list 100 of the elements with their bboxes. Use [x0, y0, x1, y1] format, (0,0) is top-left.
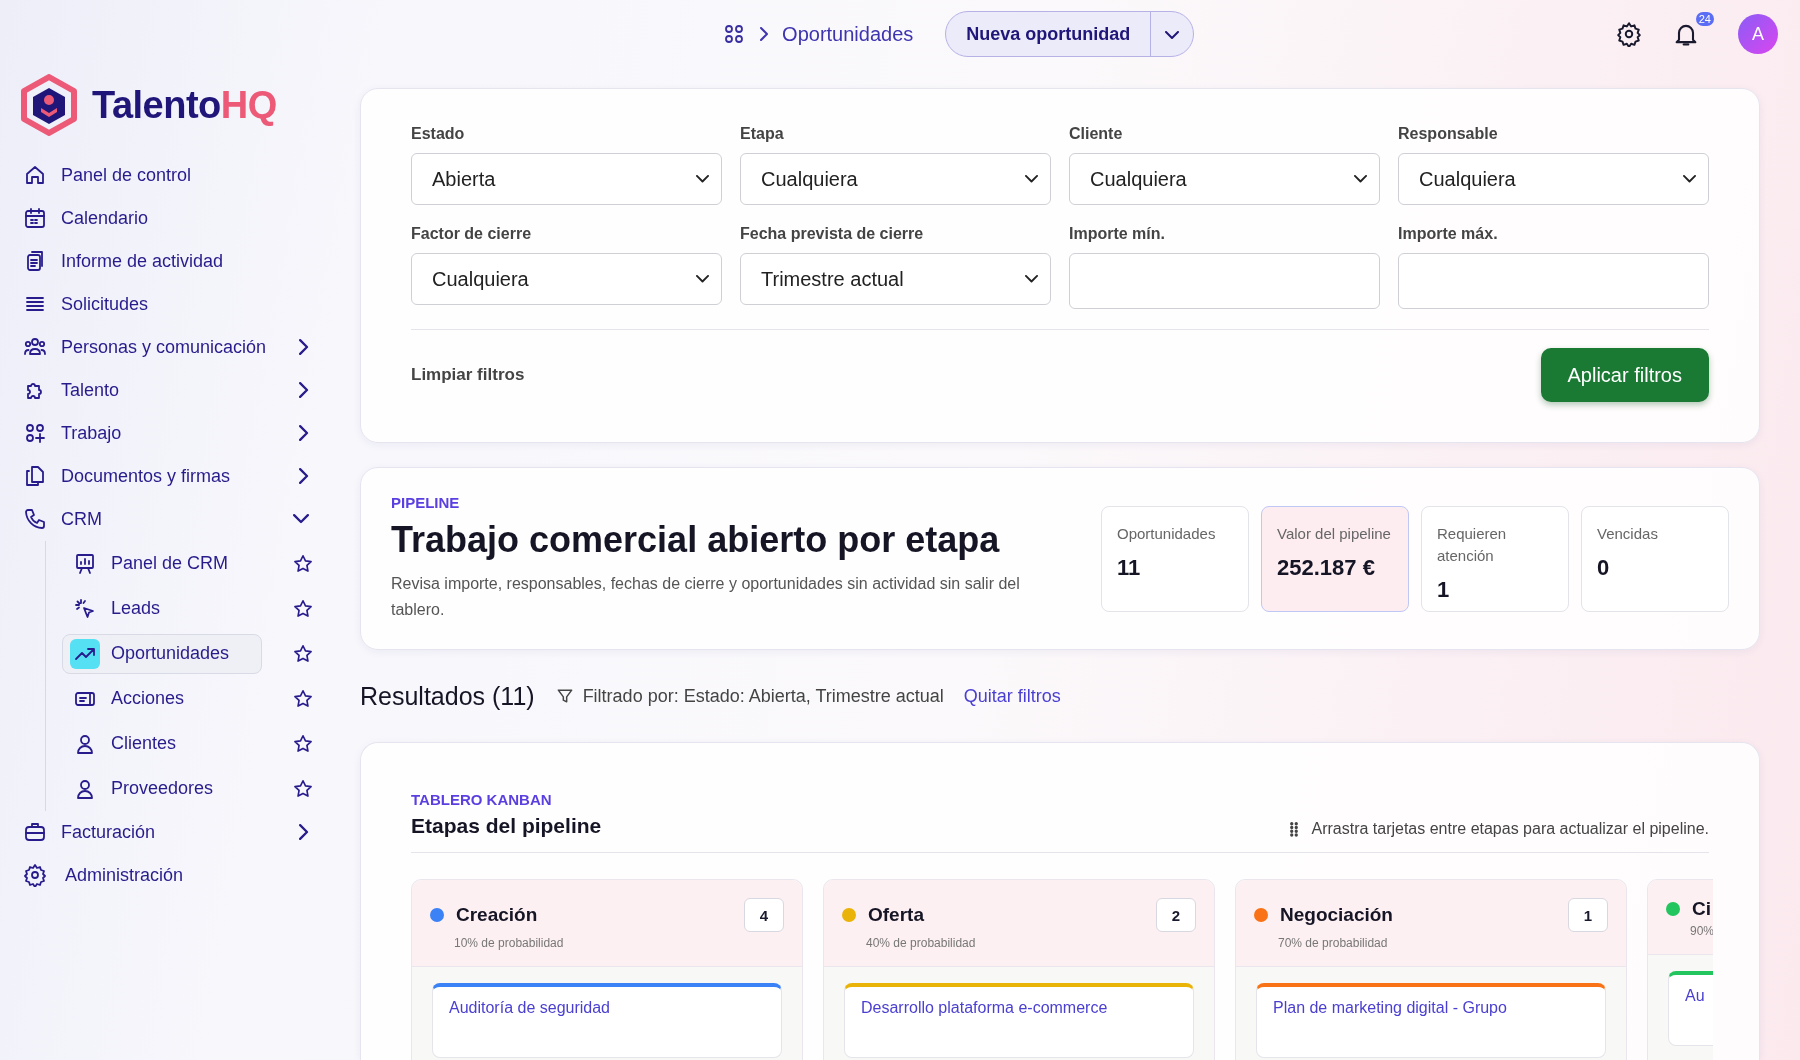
- stage-name: Ci: [1692, 898, 1712, 920]
- stat-label: Requieren atención: [1437, 523, 1508, 566]
- field-label: Responsable: [1398, 125, 1499, 143]
- section-description: Revisa importe, responsables, fechas de cierre y oportunidades sin actividad sin salir del tablero.: [391, 574, 1021, 620]
- chevron-icon[interactable]: [299, 339, 309, 355]
- stage-probability: 70% de probabilidad: [1278, 936, 1389, 950]
- section-eyebrow: TABLERO KANBAN: [411, 791, 553, 808]
- sidebar-item[interactable]: Panel de control: [20, 154, 320, 196]
- sidebar-item[interactable]: Facturación: [20, 811, 320, 853]
- trend-up-icon: [70, 638, 100, 669]
- results-title: Resultados (11): [360, 681, 535, 711]
- input-field[interactable]: [1398, 253, 1709, 309]
- select-field[interactable]: Trimestre actual: [740, 253, 1051, 305]
- sidebar-item[interactable]: Talento: [20, 369, 320, 411]
- apply-filters-button[interactable]: Aplicar filtros: [1540, 348, 1709, 402]
- caret-icon: [1025, 275, 1038, 283]
- chevron-icon[interactable]: [299, 382, 309, 398]
- field-label: Cliente: [1069, 125, 1124, 143]
- section-title: Trabajo comercial abierto por etapa: [391, 519, 1001, 561]
- field-label: Fecha prevista de cierre: [740, 225, 925, 243]
- user-avatar[interactable]: A: [1738, 14, 1778, 54]
- sidebar-item[interactable]: Calendario: [20, 197, 320, 239]
- select-field[interactable]: Cualquiera: [411, 253, 722, 305]
- select-field[interactable]: Cualquiera: [1398, 153, 1709, 205]
- opportunity-card[interactable]: Auditoría de seguridad: [432, 983, 782, 1058]
- clear-filters-button[interactable]: Limpiar filtros: [411, 365, 525, 385]
- card-title[interactable]: Desarrollo plataforma e-commerce: [861, 999, 1108, 1016]
- sidebar-item[interactable]: Personas y comunicación: [20, 326, 320, 368]
- stat-value: 0: [1597, 554, 1611, 581]
- sidebar-item[interactable]: Panel de CRM: [62, 543, 262, 584]
- field-label: Importe máx.: [1398, 225, 1499, 243]
- chart-monitor-icon: [73, 551, 97, 576]
- star-icon[interactable]: [292, 552, 314, 575]
- sidebar-item[interactable]: Clientes: [62, 723, 262, 764]
- caret-icon: [696, 275, 709, 283]
- field-label: Etapa: [740, 125, 785, 143]
- drag-hint: Arrastra tarjetas entre etapas para actualizar el pipeline.: [1311, 820, 1709, 838]
- logo-text: TalentoHQ: [92, 83, 277, 127]
- star-icon[interactable]: [292, 732, 314, 755]
- sidebar-item[interactable]: CRM: [20, 498, 320, 540]
- sidebar-item[interactable]: Administración: [20, 854, 320, 896]
- section-title: Etapas del pipeline: [411, 814, 602, 838]
- sidebar-item[interactable]: Proveedores: [62, 768, 262, 809]
- card-title[interactable]: Plan de marketing digital - Grupo: [1273, 999, 1507, 1016]
- chevron-icon[interactable]: [299, 468, 309, 484]
- stat-value: 252.187 €: [1277, 554, 1376, 581]
- stat-label: Oportunidades: [1117, 523, 1217, 544]
- stat-value: 1: [1437, 576, 1451, 603]
- sidebar-item[interactable]: Informe de actividad: [20, 240, 320, 282]
- logo-icon: [20, 74, 78, 136]
- stage-count: 4: [744, 898, 784, 932]
- remove-filters-link[interactable]: Quitar filtros: [963, 685, 1061, 707]
- breadcrumb-link[interactable]: Oportunidades: [782, 22, 914, 46]
- caret-icon: [1165, 31, 1180, 40]
- filter-summary: Filtrado por: Estado: Abierta, Trimestre actual: [582, 685, 944, 707]
- settings-icon[interactable]: [1616, 21, 1642, 47]
- briefcase-icon: [23, 820, 47, 844]
- stat-label: Vencidas: [1597, 523, 1659, 544]
- star-icon[interactable]: [292, 687, 314, 710]
- stat-value: 11: [1117, 554, 1142, 581]
- select-field[interactable]: Cualquiera: [1069, 153, 1380, 205]
- caret-icon: [1025, 175, 1038, 183]
- calendar-icon: [23, 206, 47, 230]
- sidebar-item[interactable]: Oportunidades: [62, 633, 262, 674]
- caret-icon: [696, 175, 709, 183]
- select-field[interactable]: Abierta: [411, 153, 722, 205]
- sidebar-item[interactable]: Trabajo: [20, 412, 320, 454]
- field-label: Estado: [411, 125, 466, 143]
- stage-count: 2: [1156, 898, 1196, 932]
- opportunity-card[interactable]: Desarrollo plataforma e-commerce: [844, 983, 1194, 1058]
- sidebar-item[interactable]: Documentos y firmas: [20, 455, 320, 497]
- sidebar-item[interactable]: Solicitudes: [20, 283, 320, 325]
- field-label: Importe mín.: [1069, 225, 1166, 243]
- input-field[interactable]: [1069, 253, 1380, 309]
- chevron-icon[interactable]: [299, 824, 309, 840]
- home-icon: [23, 163, 47, 187]
- card-title[interactable]: Au: [1685, 987, 1705, 1004]
- star-icon[interactable]: [292, 642, 314, 665]
- notification-badge: 24: [1695, 12, 1714, 26]
- documents-icon: [23, 464, 47, 488]
- section-eyebrow: PIPELINE: [391, 494, 461, 511]
- caret-icon: [1683, 175, 1696, 183]
- chevron-icon[interactable]: [299, 425, 309, 441]
- grid-plus-icon: [23, 421, 47, 445]
- star-icon[interactable]: [292, 777, 314, 800]
- chevron-icon[interactable]: [293, 514, 309, 524]
- opportunity-card[interactable]: Au: [1668, 971, 1713, 1046]
- card-title[interactable]: Auditoría de seguridad: [449, 999, 610, 1016]
- cursor-sparkle-icon: [73, 596, 97, 621]
- stage-count: 1: [1568, 898, 1608, 932]
- stage-probability: 10% de probabilidad: [454, 936, 565, 950]
- field-label: Factor de cierre: [411, 225, 533, 243]
- stage-name: Creación: [456, 904, 539, 926]
- opportunity-card[interactable]: Plan de marketing digital - Grupo: [1256, 983, 1606, 1058]
- sidebar-item[interactable]: Leads: [62, 588, 262, 629]
- stage-name: Oferta: [868, 904, 925, 926]
- select-field[interactable]: Cualquiera: [740, 153, 1051, 205]
- sidebar-item[interactable]: Acciones: [62, 678, 262, 719]
- caret-icon: [1354, 175, 1367, 183]
- star-icon[interactable]: [292, 597, 314, 620]
